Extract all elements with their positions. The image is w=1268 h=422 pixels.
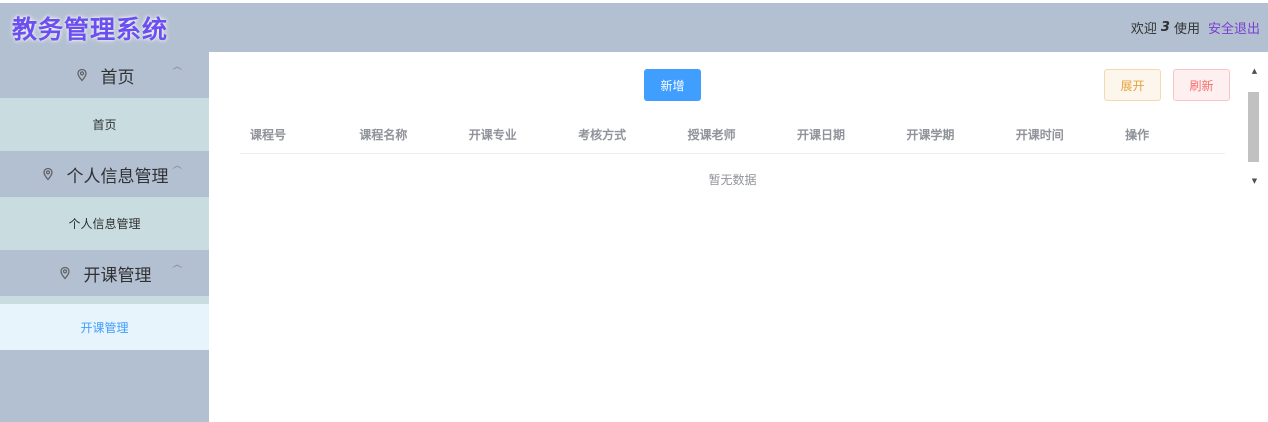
expand-button[interactable]: 展开 — [1104, 69, 1161, 101]
app-title: 教务管理系统 — [12, 14, 169, 44]
location-pin-icon — [76, 68, 87, 82]
menu-group-label: 首页 — [100, 67, 135, 88]
column-header-teacher[interactable]: 授课老师 — [678, 126, 787, 143]
location-pin-icon — [59, 266, 70, 280]
chevron-up-icon: ^ — [170, 264, 184, 275]
main-content: 新增 展开 刷新 课程号 课程名称 开课专业 考核方式 授课老师 开课日期 开课… — [209, 52, 1268, 422]
menu-group-label: 个人信息管理 — [66, 166, 169, 187]
sidebar-item-personal-info[interactable]: 个人信息管理 — [0, 197, 209, 250]
column-header-assessment[interactable]: 考核方式 — [568, 126, 677, 143]
column-header-start-date[interactable]: 开课日期 — [787, 126, 896, 143]
scroll-thumb[interactable] — [1248, 92, 1259, 162]
menu-group-home[interactable]: 首页 ^ — [0, 52, 209, 98]
top-header: 教务管理系统 欢迎 3 使用 安全退出 — [0, 3, 1268, 52]
sidebar-item-home[interactable]: 首页 — [0, 98, 209, 151]
submenu-course-management: 开课管理 — [0, 296, 209, 350]
column-header-major[interactable]: 开课专业 — [459, 126, 568, 143]
logout-link[interactable]: 安全退出 — [1208, 18, 1260, 37]
user-info: 欢迎 3 使用 安全退出 — [1131, 18, 1260, 37]
add-button[interactable]: 新增 — [644, 69, 701, 101]
sidebar-item-course-management[interactable]: 开课管理 — [0, 304, 209, 350]
chevron-up-icon: ^ — [170, 66, 184, 77]
column-header-course-name[interactable]: 课程名称 — [349, 126, 458, 143]
refresh-button[interactable]: 刷新 — [1173, 69, 1230, 101]
table-header: 课程号 课程名称 开课专业 考核方式 授课老师 开课日期 开课学期 开课时间 操… — [240, 116, 1225, 154]
column-header-course-id[interactable]: 课程号 — [240, 126, 349, 143]
menu-group-label: 开课管理 — [83, 265, 152, 286]
column-header-class-time[interactable]: 开课时间 — [1006, 126, 1115, 143]
scroll-up-arrow-icon[interactable]: ▲ — [1246, 64, 1263, 78]
use-text: 使用 — [1173, 22, 1200, 37]
vertical-scrollbar[interactable]: ▲ ▼ — [1246, 64, 1263, 188]
welcome-text: 欢迎 — [1130, 22, 1157, 37]
scroll-down-arrow-icon[interactable]: ▼ — [1246, 174, 1263, 188]
sidebar-menu: 首页 ^ 首页 个人信息管理 ^ 个人信息管理 开课管理 ^ 开课管理 — [0, 52, 209, 422]
column-header-actions: 操作 — [1125, 128, 1150, 142]
menu-group-personal-info[interactable]: 个人信息管理 ^ — [0, 151, 209, 197]
user-count: 3 — [1160, 20, 1170, 35]
chevron-up-icon: ^ — [170, 165, 184, 176]
column-header-semester[interactable]: 开课学期 — [896, 126, 1005, 143]
empty-state-text: 暂无数据 — [708, 172, 757, 187]
location-pin-icon — [42, 167, 53, 181]
course-table: 课程号 课程名称 开课专业 考核方式 授课老师 开课日期 开课学期 开课时间 操… — [240, 116, 1225, 204]
menu-group-course-management[interactable]: 开课管理 ^ — [0, 250, 209, 296]
